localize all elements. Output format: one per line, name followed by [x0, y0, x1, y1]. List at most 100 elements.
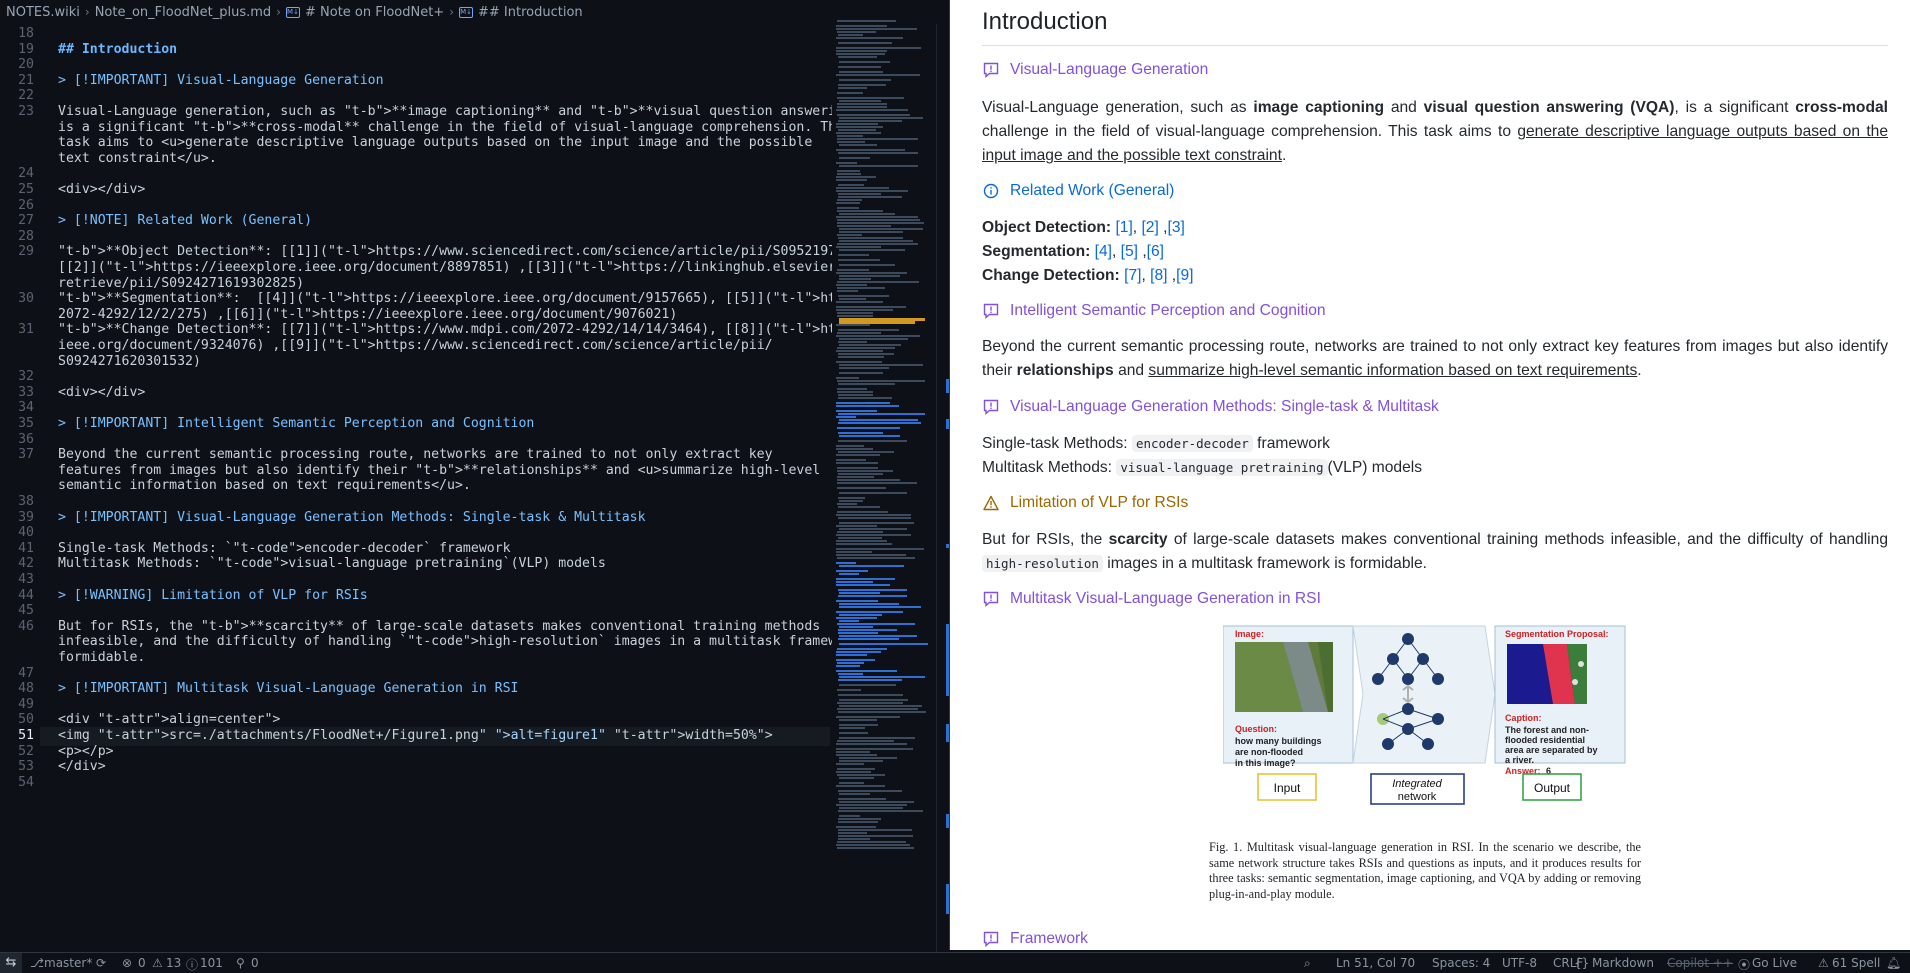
go-live[interactable]: Go Live: [1752, 956, 1797, 970]
language-mode[interactable]: Markdown: [1592, 956, 1654, 970]
code-line[interactable]: Multitask Methods: `"t-code">visual-lang…: [58, 556, 828, 571]
code-line[interactable]: <p></p>: [58, 744, 828, 759]
code-line[interactable]: ieee.org/document/9324076) ,[[9]]("t-l">…: [58, 338, 828, 353]
line-number[interactable]: 53: [0, 759, 34, 774]
line-number[interactable]: 33: [0, 385, 34, 400]
code-line[interactable]: > [!NOTE] Related Work (General): [58, 213, 828, 228]
line-number[interactable]: 36: [0, 432, 34, 447]
ref-link[interactable]: [3]: [1167, 219, 1184, 236]
error-count[interactable]: 0: [138, 956, 146, 970]
code-line[interactable]: <div "t-attr">align=center">: [58, 712, 828, 727]
line-number[interactable]: 42: [0, 556, 34, 571]
line-number[interactable]: 25: [0, 182, 34, 197]
line-number[interactable]: 43: [0, 572, 34, 587]
indentation[interactable]: Spaces: 4: [1432, 956, 1490, 970]
ref-link[interactable]: [5]: [1121, 243, 1138, 260]
line-number[interactable]: 40: [0, 525, 34, 540]
line-number[interactable]: 48: [0, 681, 34, 696]
line-number[interactable]: 41: [0, 541, 34, 556]
ref-link[interactable]: [2]: [1141, 219, 1158, 236]
spell-count[interactable]: 61 Spell: [1832, 956, 1880, 970]
line-number[interactable]: 18: [0, 26, 34, 41]
ref-link[interactable]: [8]: [1150, 267, 1167, 284]
bell-icon[interactable]: 🔔︎: [1886, 956, 1901, 970]
code-line[interactable]: But for RSIs, the "t-b">**scarcity** of …: [58, 619, 828, 634]
line-number[interactable]: 21: [0, 73, 34, 88]
code-line[interactable]: Beyond the current semantic processing r…: [58, 447, 828, 462]
line-number[interactable]: 27: [0, 213, 34, 228]
code-line[interactable]: > [!WARNING] Limitation of VLP for RSIs: [58, 588, 828, 603]
git-branch[interactable]: master*: [44, 956, 92, 970]
ref-link[interactable]: [1]: [1115, 219, 1132, 236]
code-line[interactable]: > [!IMPORTANT] Visual-Language Generatio…: [58, 510, 828, 525]
line-number[interactable]: 50: [0, 712, 34, 727]
code-line[interactable]: formidable.: [58, 650, 828, 665]
editor-scrollbar[interactable]: [936, 24, 950, 952]
warning-count[interactable]: 13: [166, 956, 181, 970]
line-number[interactable]: 47: [0, 666, 34, 681]
code-line[interactable]: Single-task Methods: `"t-code">encoder-d…: [58, 541, 828, 556]
line-number[interactable]: 45: [0, 603, 34, 618]
breadcrumb-workspace[interactable]: NOTES.wiki: [6, 5, 80, 20]
line-number[interactable]: 30: [0, 291, 34, 306]
code-line[interactable]: infeasible, and the difficulty of handli…: [58, 634, 832, 649]
code-line[interactable]: <div></div>: [58, 182, 828, 197]
line-number[interactable]: 46: [0, 619, 34, 634]
code-line[interactable]: 2072-4292/12/2/275) ,[[6]]("t-l">https:/…: [58, 307, 828, 322]
code-line[interactable]: > [!IMPORTANT] Multitask Visual-Language…: [58, 681, 828, 696]
code-line[interactable]: text constraint</u>.: [58, 151, 828, 166]
code-editor[interactable]: 18 19 ## Introduction 20 21 > [!IMPORTANT] Vi…: [0, 24, 832, 952]
ref-link[interactable]: [9]: [1176, 267, 1193, 284]
line-number[interactable]: 24: [0, 166, 34, 181]
line-number[interactable]: 38: [0, 494, 34, 509]
code-line[interactable]: <img "t-attr">src=./attachments/FloodNet…: [58, 728, 828, 743]
line-number[interactable]: 26: [0, 198, 34, 213]
code-line[interactable]: Visual-Language generation, such as "t-b…: [58, 104, 832, 119]
line-number[interactable]: 19: [0, 42, 34, 57]
code-line[interactable]: </div>: [58, 759, 828, 774]
cursor-position[interactable]: Ln 51, Col 70: [1336, 956, 1415, 970]
line-number[interactable]: 37: [0, 447, 34, 462]
code-line[interactable]: "t-b">**Object Detection**: [[1]]("t-l">…: [58, 244, 832, 259]
line-number[interactable]: 39: [0, 510, 34, 525]
code-line[interactable]: > [!IMPORTANT] Intelligent Semantic Perc…: [58, 416, 828, 431]
code-line[interactable]: semantic information based on text requi…: [58, 478, 828, 493]
code-line[interactable]: <div></div>: [58, 385, 828, 400]
code-line[interactable]: > [!IMPORTANT] Visual-Language Generatio…: [58, 73, 828, 88]
line-number[interactable]: 49: [0, 697, 34, 712]
breadcrumb-file[interactable]: Note_on_FloodNet_plus.md: [95, 5, 271, 20]
line-number[interactable]: 35: [0, 416, 34, 431]
minimap[interactable]: [834, 20, 934, 850]
code-line[interactable]: is a significant "t-b">**cross-modal** c…: [58, 120, 832, 135]
code-line[interactable]: "t-b">**Change Detection**: [[7]]("t-l">…: [58, 322, 832, 337]
code-line[interactable]: ## Introduction: [58, 42, 828, 57]
code-line[interactable]: S0924271620301532): [58, 354, 828, 369]
copilot-status[interactable]: Copilot ++: [1667, 956, 1733, 970]
line-number[interactable]: 20: [0, 57, 34, 72]
info-count[interactable]: 101: [200, 956, 223, 970]
code-line[interactable]: [[2]]("t-l">https://ieeexplore.ieee.org/…: [58, 260, 832, 275]
line-number[interactable]: 22: [0, 88, 34, 103]
ref-link[interactable]: [7]: [1124, 267, 1141, 284]
breadcrumb-heading-2[interactable]: ## Introduction: [478, 5, 583, 20]
code-line[interactable]: task aims to <u>generate descriptive lan…: [58, 135, 828, 150]
code-line[interactable]: "t-b">**Segmentation**: [[4]]("t-l">http…: [58, 291, 832, 306]
code-line[interactable]: features from images but also identify t…: [58, 463, 828, 478]
line-number[interactable]: 34: [0, 400, 34, 415]
zoom-icon[interactable]: ⌕: [1304, 956, 1311, 971]
line-number[interactable]: 23: [0, 104, 34, 119]
ref-link[interactable]: [4]: [1095, 243, 1112, 260]
remote-icon[interactable]: ⇆: [0, 953, 22, 973]
line-number[interactable]: 44: [0, 588, 34, 603]
encoding[interactable]: UTF-8: [1502, 956, 1537, 970]
sync-icon[interactable]: ⟳: [96, 956, 106, 970]
line-number[interactable]: 32: [0, 369, 34, 384]
line-number[interactable]: 54: [0, 775, 34, 790]
line-number[interactable]: 51: [0, 728, 34, 743]
line-number[interactable]: 29: [0, 244, 34, 259]
line-number[interactable]: 28: [0, 229, 34, 244]
breadcrumb-heading-1[interactable]: # Note on FloodNet+: [305, 5, 444, 20]
line-number[interactable]: 31: [0, 322, 34, 337]
line-number[interactable]: 52: [0, 744, 34, 759]
ports-count[interactable]: 0: [251, 956, 259, 970]
